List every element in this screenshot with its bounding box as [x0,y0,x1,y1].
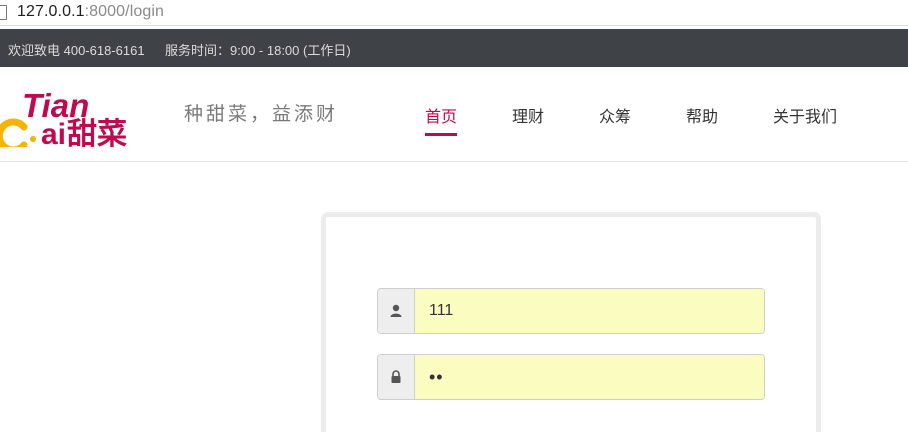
address-url[interactable]: 127.0.0.1:8000/login [17,3,164,21]
logo-dot [30,136,36,142]
username-input[interactable] [415,289,764,333]
service-hours: 服务时间：9:00 - 18:00 (工作日) [165,43,351,58]
contact-bar: 欢迎致电 400-618-6161 服务时间：9:00 - 18:00 (工作日… [0,29,908,67]
page-icon [0,5,7,20]
url-path: :8000/login [84,3,165,20]
nav-home[interactable]: 首页 [425,103,457,127]
logo-chinese: 甜菜 [67,117,127,147]
user-icon [390,304,402,317]
username-addon [378,289,415,333]
nav-about[interactable]: 关于我们 [773,103,837,127]
password-addon [378,355,415,399]
browser-address-bar[interactable]: 127.0.0.1:8000/login [0,0,908,26]
nav-crowdfunding[interactable]: 众筹 [599,103,631,127]
site-slogan: 种甜菜，益添财 [184,103,339,125]
logo-latin-ai: ai [41,118,66,147]
logo-c-arc [0,118,28,147]
nav-active-indicator [425,133,457,136]
site-logo[interactable]: Tian ai 甜菜 [0,81,168,147]
password-group [377,354,765,400]
username-group [377,288,765,334]
password-input[interactable] [415,355,764,399]
url-host: 127.0.0.1 [17,3,85,20]
nav-help[interactable]: 帮助 [686,103,718,127]
nav-invest[interactable]: 理财 [512,103,544,127]
contact-phone: 欢迎致电 400-618-6161 [8,43,145,58]
lock-icon [391,370,401,383]
site-header: Tian ai 甜菜 种甜菜，益添财 首页 理财 众筹 帮助 关于我们 [0,67,908,162]
